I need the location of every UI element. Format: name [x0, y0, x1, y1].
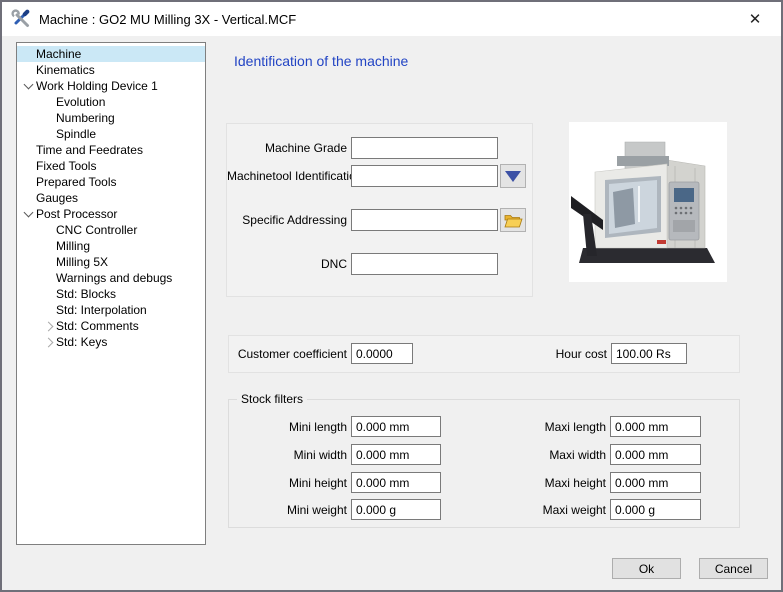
tree-item-kinematics[interactable]: Kinematics [17, 62, 205, 78]
tree-item-std-keys[interactable]: Std: Keys [17, 334, 205, 350]
tree-item-milling[interactable]: Milling [17, 238, 205, 254]
mini-weight-input[interactable] [351, 499, 441, 520]
tree-item-fixed-tools[interactable]: Fixed Tools [17, 158, 205, 174]
mini-width-input[interactable] [351, 444, 441, 465]
maxi-weight-label: Maxi weight [488, 503, 606, 517]
maxi-height-input[interactable] [610, 472, 701, 493]
customer-coefficient-input[interactable] [351, 343, 413, 364]
tree-item-warnings-and-debugs[interactable]: Warnings and debugs [17, 270, 205, 286]
maxi-width-label: Maxi width [488, 448, 606, 462]
cancel-button[interactable]: Cancel [699, 558, 768, 579]
tree-item-post-processor[interactable]: Post Processor [17, 206, 205, 222]
mini-width-label: Mini width [229, 448, 347, 462]
mini-length-label: Mini length [229, 420, 347, 434]
window-title: Machine : GO2 MU Milling 3X - Vertical.M… [39, 12, 296, 27]
tree-item-evolution[interactable]: Evolution [17, 94, 205, 110]
machine-dialog: Machine : GO2 MU Milling 3X - Vertical.M… [0, 0, 783, 592]
tree-item-milling-5x[interactable]: Milling 5X [17, 254, 205, 270]
titlebar: Machine : GO2 MU Milling 3X - Vertical.M… [2, 2, 781, 36]
specific-addressing-input[interactable] [351, 209, 498, 231]
tree-item-std-comments[interactable]: Std: Comments [17, 318, 205, 334]
browse-folder-button[interactable] [500, 208, 526, 232]
machine-grade-input[interactable] [351, 137, 498, 159]
folder-icon [504, 213, 523, 228]
dnc-input[interactable] [351, 253, 498, 275]
specific-addressing-label: Specific Addressing [227, 213, 347, 227]
mini-length-input[interactable] [351, 416, 441, 437]
mini-height-input[interactable] [351, 472, 441, 493]
stock-filters-legend: Stock filters [237, 392, 307, 406]
crossed-tools-icon [11, 9, 31, 29]
settings-tree: Machine Kinematics Work Holding Device 1… [16, 42, 206, 545]
machinetool-dropdown-button[interactable] [500, 164, 526, 188]
maxi-weight-input[interactable] [610, 499, 701, 520]
tree-item-spindle[interactable]: Spindle [17, 126, 205, 142]
maxi-height-label: Maxi height [488, 476, 606, 490]
close-icon[interactable]: ✕ [739, 2, 771, 36]
tree-item-work-holding-device-1[interactable]: Work Holding Device 1 [17, 78, 205, 94]
hour-cost-input[interactable] [611, 343, 687, 364]
tree-item-prepared-tools[interactable]: Prepared Tools [17, 174, 205, 190]
tree-item-machine[interactable]: Machine [17, 46, 205, 62]
machine-grade-label: Machine Grade [227, 141, 347, 155]
dropdown-icon [505, 171, 521, 182]
chevron-right-icon[interactable] [41, 323, 56, 330]
maxi-length-input[interactable] [610, 416, 701, 437]
machinetool-identification-input[interactable] [351, 165, 498, 187]
tree-item-time-and-feedrates[interactable]: Time and Feedrates [17, 142, 205, 158]
chevron-down-icon[interactable] [21, 84, 36, 88]
tree-item-cnc-controller[interactable]: CNC Controller [17, 222, 205, 238]
hour-cost-label: Hour cost [489, 347, 607, 361]
maxi-width-input[interactable] [610, 444, 701, 465]
machinetool-identification-label: Machinetool Identification [227, 169, 347, 183]
ok-button[interactable]: Ok [612, 558, 681, 579]
page-title: Identification of the machine [234, 53, 408, 69]
dnc-label: DNC [227, 257, 347, 271]
maxi-length-label: Maxi length [488, 420, 606, 434]
tree-item-std-blocks[interactable]: Std: Blocks [17, 286, 205, 302]
tree-item-numbering[interactable]: Numbering [17, 110, 205, 126]
mini-weight-label: Mini weight [229, 503, 347, 517]
identification-group: Machine Grade Machinetool Identification… [226, 123, 533, 297]
chevron-right-icon[interactable] [41, 339, 56, 346]
tree-item-std-interpolation[interactable]: Std: Interpolation [17, 302, 205, 318]
tree-item-gauges[interactable]: Gauges [17, 190, 205, 206]
costs-group: Customer coefficient Hour cost [228, 335, 740, 373]
machine-photo [569, 122, 727, 282]
chevron-down-icon[interactable] [21, 212, 36, 216]
stock-filters-group: Stock filters Mini length Mini width Min… [228, 399, 740, 528]
mini-height-label: Mini height [229, 476, 347, 490]
customer-coefficient-label: Customer coefficient [229, 347, 347, 361]
